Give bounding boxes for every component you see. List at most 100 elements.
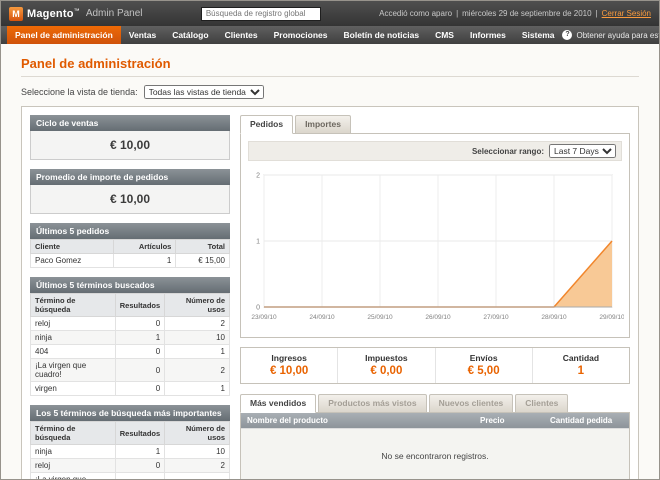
svg-text:1: 1 — [256, 239, 260, 246]
store-view-switcher: Seleccione la vista de tienda: Todas las… — [21, 85, 639, 99]
logout-link[interactable]: Cerrar Sesión — [602, 9, 651, 18]
logged-in-as: Accedió como aparo — [379, 9, 452, 18]
svg-text:29/09/10: 29/09/10 — [599, 314, 624, 321]
stat-label: Envíos — [438, 353, 530, 363]
top-search-terms-table: Término de búsqueda Resultados Número de… — [30, 421, 230, 480]
magento-logo: M Magento™ Admin Panel — [9, 7, 143, 21]
average-orders-value: € 10,00 — [30, 185, 230, 214]
stat-value: € 5,00 — [438, 365, 530, 377]
stat-value: € 0,00 — [340, 365, 432, 377]
table-row[interactable]: Paco Gomez 1 € 15,00 — [31, 254, 230, 268]
last-orders-title: Últimos 5 pedidos — [30, 223, 230, 239]
nav-item-promociones[interactable]: Promociones — [266, 26, 336, 44]
stat-label: Ingresos — [243, 353, 335, 363]
trademark-symbol: ™ — [74, 8, 80, 14]
products-grid: Nombre del producto Precio Cantidad pedi… — [240, 412, 630, 480]
lifetime-sales-title: Ciclo de ventas — [30, 115, 230, 131]
stat-impuestos: Impuestos € 0,00 — [337, 348, 434, 383]
stat-label: Cantidad — [535, 353, 627, 363]
lifetime-sales-panel: Ciclo de ventas € 10,00 — [30, 115, 230, 160]
tab-pedidos[interactable]: Pedidos — [240, 115, 293, 134]
column-header: Término de búsqueda — [31, 294, 116, 317]
nav-item-boletin[interactable]: Boletín de noticias — [336, 26, 428, 44]
lifetime-sales-value: € 10,00 — [30, 131, 230, 160]
chart-area: 01223/09/1024/09/1025/09/1026/09/1027/09… — [248, 167, 622, 330]
separator: | — [456, 9, 458, 18]
products-tabs: Más vendidos Productos más vistos Nuevos… — [240, 394, 630, 412]
column-header: Término de búsqueda — [31, 422, 116, 445]
magento-admin-page: M Magento™ Admin Panel Accedió como apar… — [0, 0, 660, 480]
average-orders-title: Promedio de importe de pedidos — [30, 169, 230, 185]
dashboard-left-column: Ciclo de ventas € 10,00 Promedio de impo… — [30, 115, 230, 473]
range-bar: Seleccionar rango: Last 7 Days — [248, 141, 622, 161]
stat-label: Impuestos — [340, 353, 432, 363]
nav-item-sistema[interactable]: Sistema — [514, 26, 563, 44]
tab-importes[interactable]: Importes — [295, 115, 351, 134]
tab-productos-mas-vistos[interactable]: Productos más vistos — [318, 394, 426, 413]
svg-text:0: 0 — [256, 305, 260, 312]
column-header: Número de usos — [165, 422, 230, 445]
dashboard-right-column: Pedidos Importes Seleccionar rango: Last… — [240, 115, 630, 473]
table-row[interactable]: ¡La virgen que cuadro! 0 2 — [31, 359, 230, 382]
last-orders-table: Cliente Artículos Total Paco Gomez 1 € 1… — [30, 239, 230, 268]
products-grid-header: Nombre del producto Precio Cantidad pedi… — [241, 413, 629, 428]
page-title: Panel de administración — [21, 51, 639, 77]
top-header: M Magento™ Admin Panel Accedió como apar… — [1, 1, 659, 26]
nav-item-cms[interactable]: CMS — [427, 26, 462, 44]
svg-text:28/09/10: 28/09/10 — [541, 314, 567, 321]
tab-mas-vendidos[interactable]: Más vendidos — [240, 394, 316, 413]
nav-item-ventas[interactable]: Ventas — [121, 26, 164, 44]
chart-tabs: Pedidos Importes — [240, 115, 630, 133]
table-row[interactable]: 404 0 1 — [31, 345, 230, 359]
logo-wordmark: Magento™ — [27, 8, 80, 20]
content-area: Panel de administración Seleccione la vi… — [1, 44, 659, 480]
chart-panel: Seleccionar rango: Last 7 Days 0 1 2 23/09/… — [240, 133, 630, 338]
range-label: Seleccionar rango: — [472, 147, 544, 156]
dashboard-box: Ciclo de ventas € 10,00 Promedio de impo… — [21, 106, 639, 480]
column-header-producto: Nombre del producto — [241, 413, 474, 428]
nav-item-catalogo[interactable]: Catálogo — [164, 26, 216, 44]
store-view-select[interactable]: Todas las vistas de tienda — [144, 85, 264, 99]
logo-suffix: Admin Panel — [86, 8, 143, 19]
table-row[interactable]: reloj 0 2 — [31, 459, 230, 473]
stat-ingresos: Ingresos € 10,00 — [241, 348, 337, 383]
top-search-terms-panel: Los 5 términos de búsqueda más important… — [30, 405, 230, 480]
table-row[interactable]: reloj 0 2 — [31, 317, 230, 331]
nav-item-dashboard[interactable]: Panel de administración — [7, 26, 121, 44]
nav-item-clientes[interactable]: Clientes — [217, 26, 266, 44]
column-header: Número de usos — [165, 294, 230, 317]
store-view-label: Seleccione la vista de tienda: — [21, 87, 138, 97]
svg-text:2: 2 — [256, 173, 260, 180]
help-icon: ? — [562, 30, 572, 40]
table-row[interactable]: ninja 1 10 — [31, 445, 230, 459]
range-select[interactable]: Last 7 Days — [549, 144, 616, 158]
stat-value: € 10,00 — [243, 365, 335, 377]
separator: | — [596, 9, 598, 18]
svg-text:23/09/10: 23/09/10 — [251, 314, 277, 321]
top-search-terms-title: Los 5 términos de búsqueda más important… — [30, 405, 230, 421]
average-orders-panel: Promedio de importe de pedidos € 10,00 — [30, 169, 230, 214]
nav-item-informes[interactable]: Informes — [462, 26, 514, 44]
svg-text:25/09/10: 25/09/10 — [367, 314, 393, 321]
main-nav: Panel de administración Ventas Catálogo … — [1, 26, 659, 44]
orders-chart: 01223/09/1024/09/1025/09/1026/09/1027/09… — [248, 167, 624, 325]
tab-clientes[interactable]: Clientes — [515, 394, 568, 413]
stat-cantidad: Cantidad 1 — [532, 348, 629, 383]
empty-records-message: No se encontraron registros. — [241, 428, 629, 480]
table-row[interactable]: ¡La virgen que cuadro! 0 2 — [31, 473, 230, 480]
stat-value: 1 — [535, 365, 627, 377]
svg-text:26/09/10: 26/09/10 — [425, 314, 451, 321]
column-header: Total — [176, 240, 230, 254]
table-row[interactable]: ninja 1 10 — [31, 331, 230, 345]
page-help-link[interactable]: ? Obtener ayuda para esta página — [562, 26, 660, 44]
last-orders-panel: Últimos 5 pedidos Cliente Artículos Tota… — [30, 223, 230, 268]
column-header: Resultados — [115, 294, 164, 317]
global-search-input[interactable] — [201, 7, 321, 21]
tab-nuevos-clientes[interactable]: Nuevos clientes — [429, 394, 514, 413]
totals-bar: Ingresos € 10,00 Impuestos € 0,00 Envíos… — [240, 347, 630, 384]
column-header-cantidad: Cantidad pedida — [544, 413, 629, 428]
last-search-terms-panel: Últimos 5 términos buscados Término de b… — [30, 277, 230, 396]
last-search-terms-title: Últimos 5 términos buscados — [30, 277, 230, 293]
table-row[interactable]: virgen 0 1 — [31, 382, 230, 396]
svg-text:24/09/10: 24/09/10 — [309, 314, 335, 321]
